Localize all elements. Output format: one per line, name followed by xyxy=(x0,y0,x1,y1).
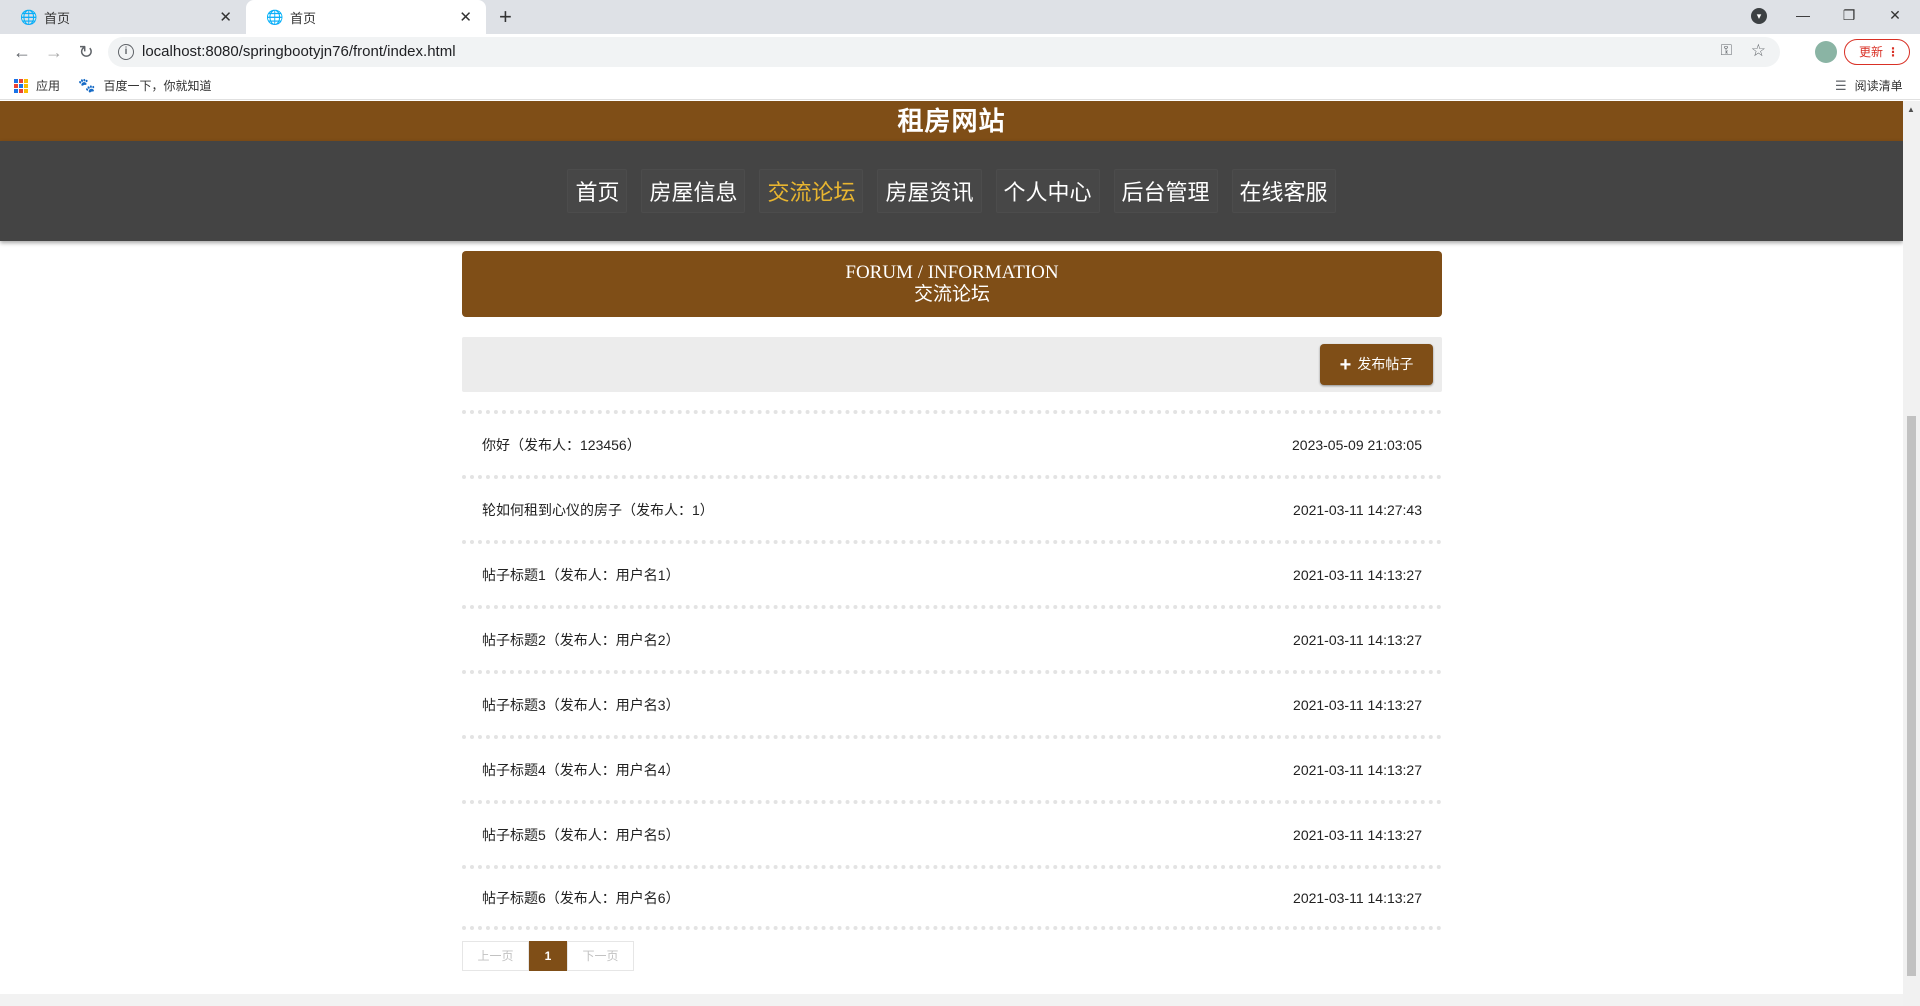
forum-post-row[interactable]: 帖子标题2（发布人：用户名2） 2021-03-11 14:13:27 xyxy=(462,605,1442,670)
more-menu-icon: ⋮ xyxy=(1887,45,1899,59)
close-tab-icon[interactable]: ✕ xyxy=(219,8,232,26)
back-arrow-icon[interactable]: ← xyxy=(10,40,34,64)
nav-item-house-news[interactable]: 房屋资讯 xyxy=(877,169,982,213)
nav-item-customer-service[interactable]: 在线客服 xyxy=(1231,169,1336,213)
forum-post-list: 你好（发布人：123456） 2023-05-09 21:03:05 轮如何租到… xyxy=(462,410,1442,930)
section-title-en: FORUM / INFORMATION xyxy=(845,262,1059,283)
section-title-banner: FORUM / INFORMATION 交流论坛 xyxy=(462,251,1442,317)
url-text[interactable]: localhost:8080/springbootyjn76/front/ind… xyxy=(142,43,456,60)
post-time: 2021-03-11 14:13:27 xyxy=(1293,566,1422,583)
main-nav: 首页 房屋信息 交流论坛 房屋资讯 个人中心 后台管理 在线客服 xyxy=(0,141,1903,241)
restore-icon[interactable]: ❐ xyxy=(1826,0,1872,30)
plus-icon: + xyxy=(1339,354,1352,376)
browser-tab-active[interactable]: 🌐 首页 ✕ xyxy=(246,0,486,34)
post-title[interactable]: 帖子标题2（发布人：用户名2） xyxy=(482,630,680,650)
reading-list-label: 阅读清单 xyxy=(1854,79,1903,93)
nav-item-house-info[interactable]: 房屋信息 xyxy=(641,169,746,213)
reading-list-icon: ☰ xyxy=(1835,77,1847,93)
post-title[interactable]: 帖子标题1（发布人：用户名1） xyxy=(482,565,680,585)
page-number-current[interactable]: 1 xyxy=(529,941,567,971)
site-title: 租房网站 xyxy=(897,106,1006,136)
forum-action-bar: + 发布帖子 xyxy=(462,337,1442,392)
forum-post-row[interactable]: 帖子标题6（发布人：用户名6） 2021-03-11 14:13:27 xyxy=(462,865,1442,930)
publish-post-label: 发布帖子 xyxy=(1357,356,1414,372)
tab-title: 首页 xyxy=(290,10,317,26)
forum-post-row[interactable]: 帖子标题5（发布人：用户名5） 2021-03-11 14:13:27 xyxy=(462,800,1442,865)
tab-title: 首页 xyxy=(44,10,71,26)
close-window-icon[interactable]: ✕ xyxy=(1872,0,1918,30)
post-time: 2021-03-11 14:13:27 xyxy=(1293,696,1422,713)
post-title[interactable]: 帖子标题3（发布人：用户名3） xyxy=(482,695,680,715)
post-time: 2021-03-11 14:13:27 xyxy=(1293,889,1422,906)
page-viewport: 租房网站 首页 房屋信息 交流论坛 房屋资讯 个人中心 后台管理 在线客服 FO… xyxy=(0,101,1920,1006)
nav-item-home[interactable]: 首页 xyxy=(567,169,628,213)
minimize-icon[interactable]: — xyxy=(1780,0,1826,30)
post-time: 2021-03-11 14:27:43 xyxy=(1293,501,1422,518)
post-title[interactable]: 帖子标题4（发布人：用户名4） xyxy=(482,760,680,780)
reading-list[interactable]: ☰ 阅读清单 xyxy=(1835,77,1903,94)
browser-tab[interactable]: 🌐 首页 ✕ xyxy=(0,0,246,34)
site-info-icon[interactable]: i xyxy=(118,44,134,60)
globe-icon: 🌐 xyxy=(266,9,284,25)
bookmark-star-icon[interactable]: ☆ xyxy=(1751,41,1766,61)
bookmark-label: 应用 xyxy=(36,79,61,93)
baidu-paw-icon: 🐾 xyxy=(78,77,96,93)
post-title[interactable]: 你好（发布人：123456） xyxy=(482,435,641,455)
browser-tab-strip: 🌐 首页 ✕ 🌐 首页 ✕ + ▾ — ❐ ✕ xyxy=(0,0,1920,34)
post-time: 2023-05-09 21:03:05 xyxy=(1292,436,1422,453)
key-icon[interactable]: ⚿ xyxy=(1721,42,1732,59)
forum-post-row[interactable]: 你好（发布人：123456） 2023-05-09 21:03:05 xyxy=(462,410,1442,475)
next-page-button[interactable]: 下一页 xyxy=(567,941,634,971)
forum-post-row[interactable]: 帖子标题4（发布人：用户名4） 2021-03-11 14:13:27 xyxy=(462,735,1442,800)
page-footer-strip xyxy=(0,994,1903,1006)
new-tab-button[interactable]: + xyxy=(499,4,512,30)
update-label: 更新 xyxy=(1859,45,1884,59)
apps-icon xyxy=(14,78,28,93)
post-time: 2021-03-11 14:13:27 xyxy=(1293,826,1422,843)
bookmark-label: 百度一下，你就知道 xyxy=(103,79,212,93)
post-title[interactable]: 帖子标题5（发布人：用户名5） xyxy=(482,825,680,845)
address-bar[interactable]: i localhost:8080/springbootyjn76/front/i… xyxy=(108,37,1780,67)
bookmark-baidu[interactable]: 🐾 百度一下，你就知道 xyxy=(78,77,211,94)
tab-search-icon[interactable]: ▾ xyxy=(1751,8,1767,24)
forum-post-row[interactable]: 帖子标题3（发布人：用户名3） 2021-03-11 14:13:27 xyxy=(462,670,1442,735)
section-title-cn: 交流论坛 xyxy=(913,284,990,305)
post-title[interactable]: 轮如何租到心仪的房子（发布人：1） xyxy=(482,500,714,520)
update-button[interactable]: 更新 ⋮ xyxy=(1844,39,1910,65)
forum-post-row[interactable]: 帖子标题1（发布人：用户名1） 2021-03-11 14:13:27 xyxy=(462,540,1442,605)
close-tab-icon[interactable]: ✕ xyxy=(459,8,472,26)
globe-icon: 🌐 xyxy=(20,9,38,25)
site-header: 租房网站 xyxy=(0,101,1903,141)
bookmark-apps[interactable]: 应用 xyxy=(14,77,60,94)
nav-item-admin[interactable]: 后台管理 xyxy=(1113,169,1218,213)
pagination: 上一页 1 下一页 xyxy=(462,941,634,971)
reload-icon[interactable]: ↻ xyxy=(74,40,98,64)
forum-post-row[interactable]: 轮如何租到心仪的房子（发布人：1） 2021-03-11 14:27:43 xyxy=(462,475,1442,540)
nav-item-forum[interactable]: 交流论坛 xyxy=(759,169,864,213)
scroll-up-arrow-icon[interactable]: ▲ xyxy=(1907,105,1915,114)
post-title[interactable]: 帖子标题6（发布人：用户名6） xyxy=(482,888,680,908)
publish-post-button[interactable]: + 发布帖子 xyxy=(1320,344,1433,385)
nav-item-personal-center[interactable]: 个人中心 xyxy=(995,169,1100,213)
prev-page-button[interactable]: 上一页 xyxy=(462,941,529,971)
bookmarks-bar: 应用 🐾 百度一下，你就知道 ☰ 阅读清单 xyxy=(0,70,1920,100)
post-time: 2021-03-11 14:13:27 xyxy=(1293,761,1422,778)
post-time: 2021-03-11 14:13:27 xyxy=(1293,631,1422,648)
page-scrollbar[interactable]: ▲ xyxy=(1903,101,1920,1006)
profile-avatar[interactable] xyxy=(1815,41,1837,63)
browser-toolbar: ← → ↻ i localhost:8080/springbootyjn76/f… xyxy=(0,34,1920,70)
scrollbar-thumb[interactable] xyxy=(1907,416,1916,976)
forward-arrow-icon[interactable]: → xyxy=(42,40,66,64)
